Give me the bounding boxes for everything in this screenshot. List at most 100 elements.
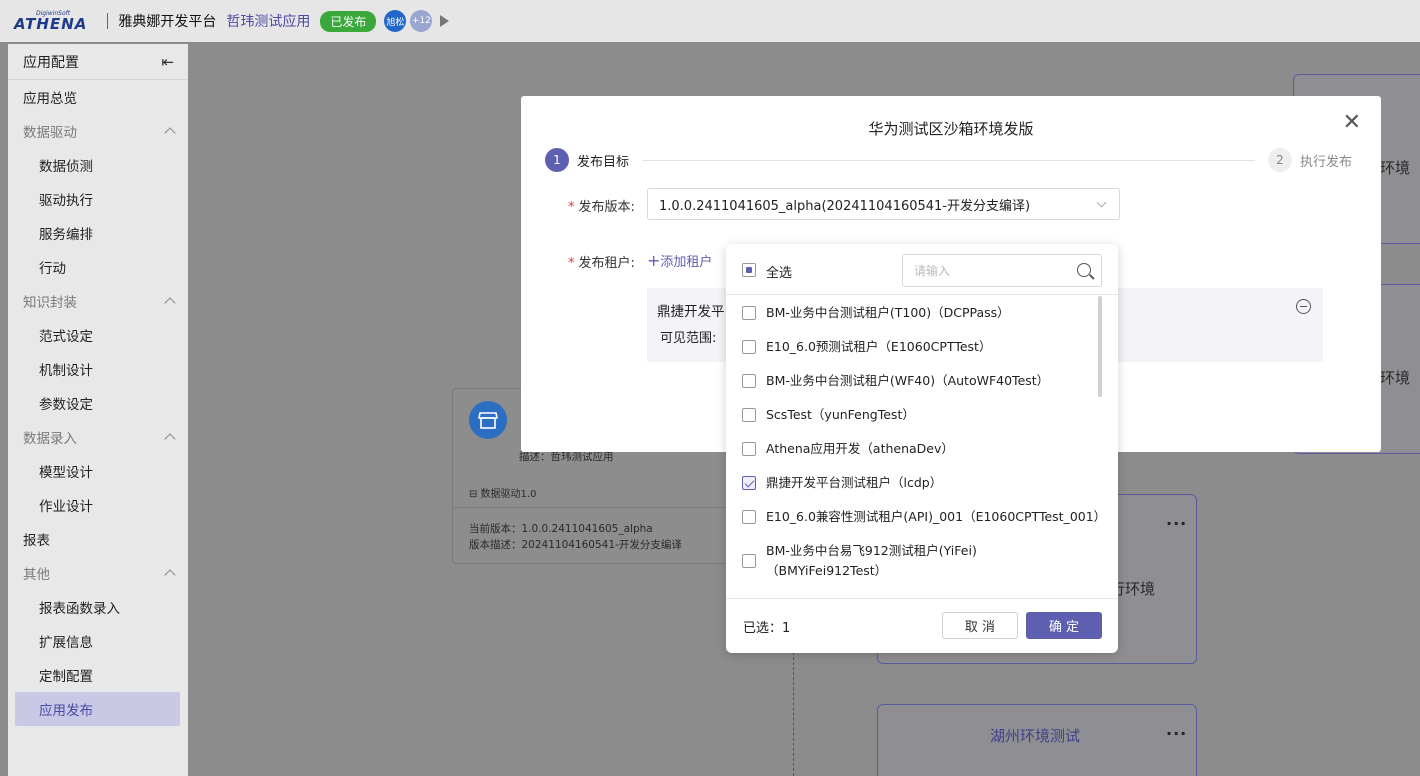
- sidebar-item-extension-info[interactable]: 扩展信息: [8, 624, 188, 658]
- select-all-checkbox[interactable]: [742, 263, 756, 277]
- sidebar-group-data-driven[interactable]: 数据驱动: [8, 114, 188, 148]
- store-icon: [469, 401, 507, 439]
- sidebar-item-report-function[interactable]: 报表函数录入: [8, 590, 188, 624]
- dropdown-footer: 已选：1 取 消 确 定: [726, 598, 1118, 653]
- sidebar-item-model-design[interactable]: 模型设计: [8, 454, 188, 488]
- chevron-up-icon: [164, 433, 176, 445]
- tenant-list: BM-业务中台测试租户(T100)（DCPPass） E10_6.0预测试租户（…: [726, 296, 1118, 600]
- list-item[interactable]: BM-业务中台测试租户(WF40)（AutoWF40Test）: [726, 371, 1118, 391]
- list-item[interactable]: ScsTest（yunFengTest）: [726, 405, 1118, 425]
- card-tag: ⊟ 数据驱动1.0: [469, 489, 537, 500]
- search-input[interactable]: [903, 255, 1073, 286]
- tenant-checkbox[interactable]: [742, 510, 756, 524]
- sidebar-group-other[interactable]: 其他: [8, 556, 188, 590]
- tenant-option-label: E10_6.0预测试租户（E1060CPTTest）: [766, 339, 992, 354]
- env-card-text: 环境: [1380, 159, 1411, 177]
- app-name-link[interactable]: 哲玮测试应用: [226, 11, 310, 31]
- list-item[interactable]: Athena应用开发（athenaDev）: [726, 439, 1118, 459]
- tenant-option-label: Athena应用开发（athenaDev）: [766, 441, 954, 456]
- step-publish-target: 1 发布目标: [545, 148, 629, 172]
- version-label: * 发布版本:: [568, 200, 635, 215]
- step-connector: [643, 160, 1255, 161]
- tenant-option-label: ScsTest（yunFengTest）: [766, 407, 915, 422]
- sidebar-item-job-design[interactable]: 作业设计: [8, 488, 188, 522]
- avatar-more[interactable]: +12: [410, 10, 433, 32]
- sidebar-group-label: 知识封装: [23, 295, 77, 311]
- plus-icon: +: [647, 251, 661, 270]
- tenant-checkbox[interactable]: [742, 442, 756, 456]
- sidebar-item-mechanism[interactable]: 机制设计: [8, 352, 188, 386]
- tenant-checkbox[interactable]: [742, 340, 756, 354]
- sidebar-item-data-detection[interactable]: 数据侦测: [8, 148, 188, 182]
- tenant-checkbox[interactable]: [742, 374, 756, 388]
- chevron-up-icon: [164, 569, 176, 581]
- sidebar-item-drive-execution[interactable]: 驱动执行: [8, 182, 188, 216]
- sidebar-header: 应用配置 ⇤: [8, 44, 188, 80]
- card-current-version: 当前版本：1.0.0.2411041605_alpha: [469, 523, 653, 535]
- selected-count: 已选：1: [743, 621, 791, 636]
- athena-logo[interactable]: DigiwinSoft ATHENA: [14, 10, 88, 33]
- tenant-checkbox[interactable]: [742, 408, 756, 422]
- modal-title: 华为测试区沙箱环境发版: [868, 120, 1034, 138]
- sidebar-item-parameters[interactable]: 参数设定: [8, 386, 188, 420]
- tenant-scope-label: 可见范围:: [660, 331, 717, 346]
- list-item[interactable]: BM-业务中台易飞912测试租户(YiFei) （BMYiFei912Test）: [726, 541, 1118, 581]
- confirm-button[interactable]: 确 定: [1026, 612, 1102, 639]
- cancel-button[interactable]: 取 消: [942, 612, 1018, 639]
- env-card-text: 环境: [1380, 369, 1411, 387]
- add-tenant-button[interactable]: +添加租户: [647, 251, 712, 270]
- more-icon[interactable]: ···: [1166, 724, 1187, 743]
- collapse-sidebar-icon[interactable]: ⇤: [161, 53, 174, 71]
- tenant-option-label: BM-业务中台易飞912测试租户(YiFei): [766, 543, 977, 558]
- list-item[interactable]: E10_6.0兼容性测试租户(API)_001（E1060CPTTest_001…: [726, 507, 1118, 527]
- sidebar-group-knowledge[interactable]: 知识封装: [8, 284, 188, 318]
- sidebar-item-overview[interactable]: 应用总览: [8, 80, 188, 114]
- step-label: 执行发布: [1300, 154, 1353, 170]
- tenant-checkbox[interactable]: [742, 476, 756, 490]
- tenant-name: 鼎捷开发平: [657, 304, 725, 320]
- tenant-dropdown: 全选 BM-业务中台测试租户(T100)（DCPPass） E10_6.0预测试…: [726, 244, 1118, 653]
- tenant-option-label: BM-业务中台测试租户(WF40)（AutoWF40Test）: [766, 373, 1050, 388]
- env-card-title: 湖州环境测试: [990, 727, 1081, 745]
- search-icon[interactable]: [1077, 263, 1091, 277]
- list-item[interactable]: BM-业务中台测试租户(T100)（DCPPass）: [726, 303, 1118, 323]
- platform-name: 雅典娜开发平台: [118, 14, 217, 30]
- tenant-option-label: BM-业务中台测试租户(T100)（DCPPass）: [766, 305, 1010, 320]
- sidebar-item-app-publish[interactable]: 应用发布: [15, 692, 180, 726]
- tenant-option-code: （BMYiFei912Test）: [766, 563, 888, 578]
- avatar[interactable]: 旭松: [384, 10, 407, 32]
- logo-text: ATHENA: [14, 14, 88, 33]
- tenant-search: [902, 254, 1102, 287]
- select-all-label[interactable]: 全选: [766, 262, 792, 281]
- list-item[interactable]: E10_6.0预测试租户（E1060CPTTest）: [726, 337, 1118, 357]
- step-execute-publish: 2 执行发布: [1268, 148, 1352, 172]
- top-bar: DigiwinSoft ATHENA 雅典娜开发平台 哲玮测试应用 已发布 旭松…: [0, 0, 1420, 42]
- sidebar-item-paradigm[interactable]: 范式设定: [8, 318, 188, 352]
- scrollbar[interactable]: [1098, 296, 1102, 397]
- step-label: 发布目标: [577, 154, 630, 170]
- tenant-checkbox[interactable]: [742, 306, 756, 320]
- remove-tenant-icon[interactable]: [1296, 299, 1311, 314]
- sidebar-group-data-entry[interactable]: 数据录入: [8, 420, 188, 454]
- step-number: 1: [545, 148, 569, 172]
- divider: [107, 13, 109, 29]
- chevron-up-icon: [164, 127, 176, 139]
- close-icon[interactable]: ✕: [1343, 112, 1361, 134]
- play-icon[interactable]: [440, 15, 450, 27]
- dropdown-header: 全选: [726, 244, 1118, 295]
- version-select[interactable]: 1.0.0.2411041605_alpha(20241104160541-开发…: [647, 188, 1120, 220]
- sidebar-item-report[interactable]: 报表: [8, 522, 188, 556]
- sidebar-group-label: 数据驱动: [23, 125, 77, 141]
- connector-line: [793, 652, 794, 776]
- tenant-option-label: E10_6.0兼容性测试租户(API)_001（E1060CPTTest_001…: [766, 509, 1107, 524]
- list-item[interactable]: 鼎捷开发平台测试租户（lcdp）: [726, 473, 1118, 493]
- step-number: 2: [1268, 148, 1292, 172]
- sidebar-item-custom-config[interactable]: 定制配置: [8, 658, 188, 692]
- divider: [453, 507, 751, 508]
- tenant-checkbox[interactable]: [742, 554, 756, 568]
- sidebar-group-label: 其他: [23, 567, 50, 583]
- tenant-label: * 发布租户:: [568, 256, 635, 271]
- more-icon[interactable]: ···: [1166, 514, 1187, 533]
- sidebar-item-service-orchestration[interactable]: 服务编排: [8, 216, 188, 250]
- sidebar-item-action[interactable]: 行动: [8, 250, 188, 284]
